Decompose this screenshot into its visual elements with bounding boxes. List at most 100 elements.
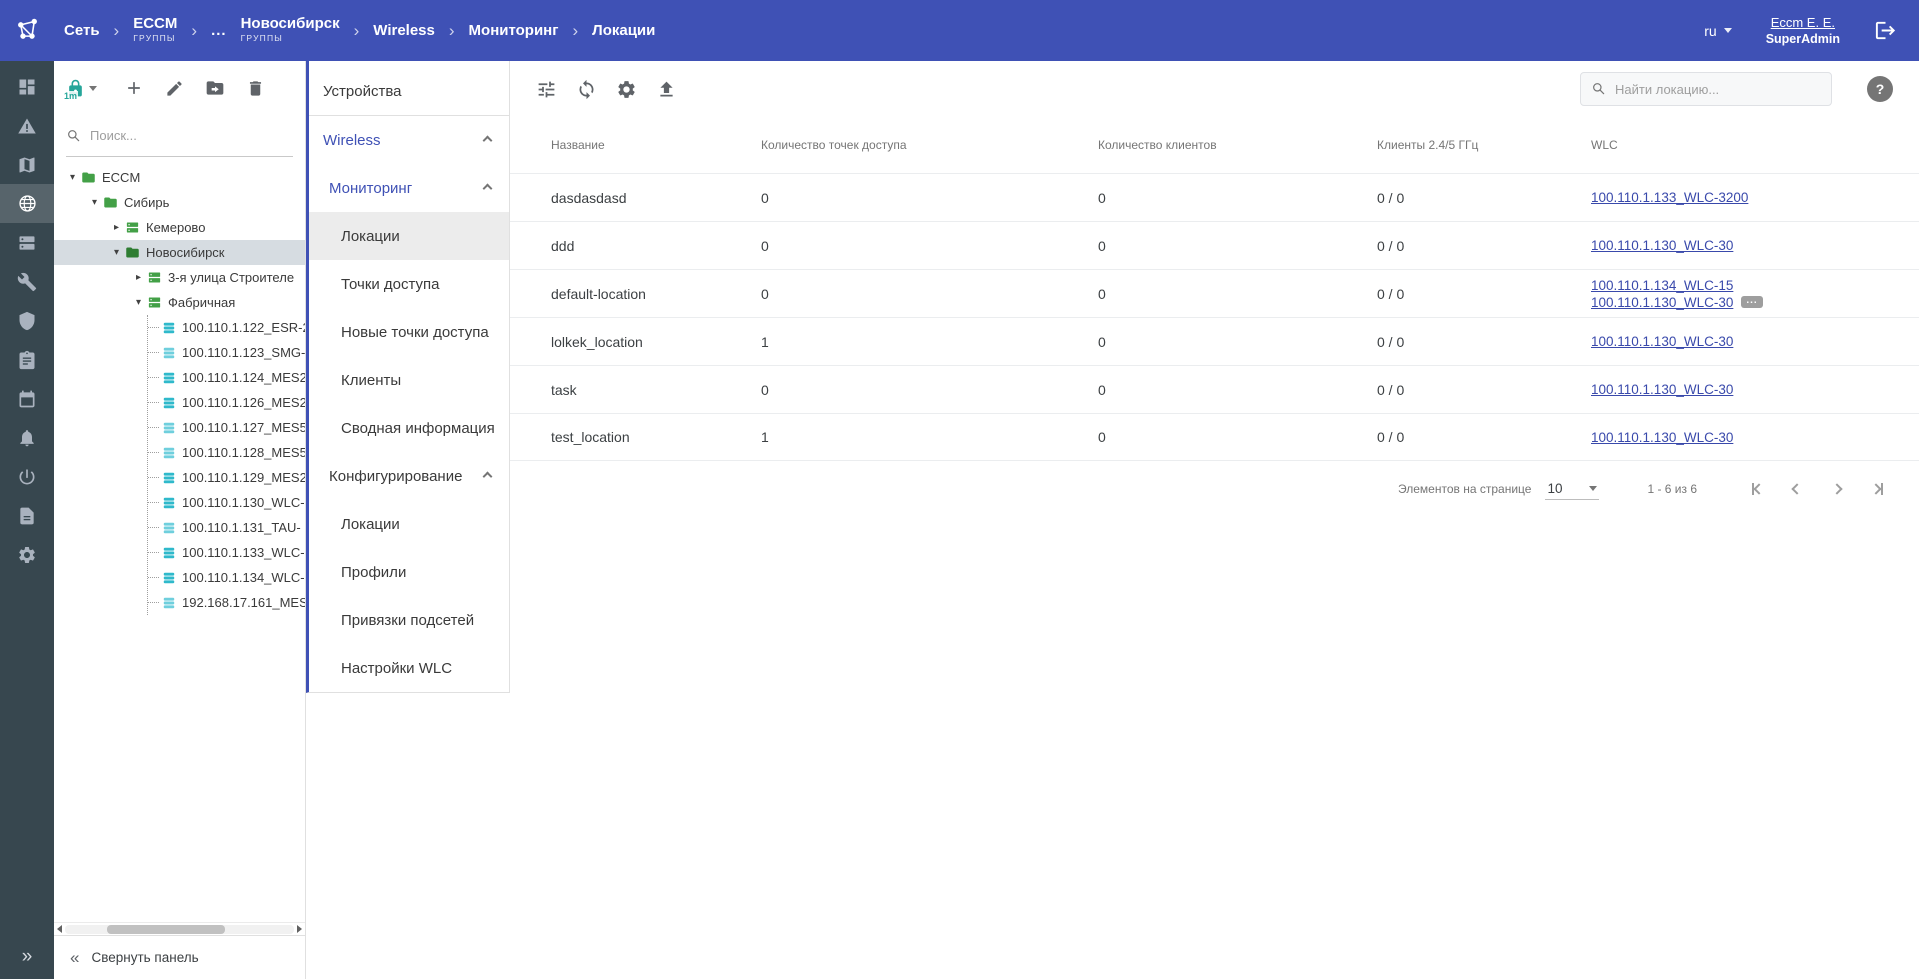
expand-arrow-icon[interactable] <box>108 247 125 258</box>
column-header-ap-count[interactable]: Количество точек доступа <box>761 138 1098 152</box>
table-row[interactable]: default-location 0 0 0 / 0 100.110.1.134… <box>510 269 1919 317</box>
table-row[interactable]: ddd 0 0 0 / 0 100.110.1.130_WLC-30 <box>510 221 1919 269</box>
first-page-button[interactable] <box>1737 473 1777 505</box>
tree-node-device[interactable]: 100.110.1.122_ESR-2 <box>148 315 305 340</box>
move-to-group-button[interactable] <box>205 78 225 98</box>
tree-node-kemerovo[interactable]: Кемерово <box>54 215 305 240</box>
sidebar-item-map[interactable] <box>0 145 54 184</box>
menu-item-access-points[interactable]: Точки доступа <box>309 260 509 308</box>
column-header-name[interactable]: Название <box>551 138 761 152</box>
menu-section-monitoring[interactable]: Мониторинг <box>309 164 509 212</box>
menu-item-wlc-settings[interactable]: Настройки WLC <box>309 644 509 692</box>
sidebar-item-alerts[interactable] <box>0 106 54 145</box>
tree-node-sibir[interactable]: Сибирь <box>54 190 305 215</box>
sidebar-item-dashboard[interactable] <box>0 67 54 106</box>
prev-page-button[interactable] <box>1777 473 1817 505</box>
column-header-wlc[interactable]: WLC <box>1591 138 1895 152</box>
menu-section-configuration[interactable]: Конфигурирование <box>309 452 509 500</box>
location-search[interactable] <box>1580 72 1832 106</box>
tree-node-eccm[interactable]: ECCM <box>54 165 305 190</box>
menu-item-devices[interactable]: Устройства <box>309 67 509 115</box>
menu-item-summary[interactable]: Сводная информация <box>309 404 509 452</box>
more-wlc-badge[interactable]: ... <box>1741 296 1762 308</box>
tree-node-device[interactable]: 100.110.1.130_WLC- <box>148 490 305 515</box>
wlc-link[interactable]: 100.110.1.133_WLC-3200 <box>1591 190 1748 205</box>
wlc-link[interactable]: 100.110.1.134_WLC-15 <box>1591 277 1733 294</box>
menu-item-profiles[interactable]: Профили <box>309 548 509 596</box>
table-row[interactable]: lolkek_location 1 0 0 / 0 100.110.1.130_… <box>510 317 1919 365</box>
sidebar-item-settings[interactable] <box>0 535 54 574</box>
column-header-band-clients[interactable]: Клиенты 2.4/5 ГГц <box>1377 138 1591 152</box>
wlc-link[interactable]: 100.110.1.130_WLC-30 <box>1591 382 1733 397</box>
sidebar-item-devices[interactable] <box>0 223 54 262</box>
expand-arrow-icon[interactable] <box>130 272 147 283</box>
lock-timer-button[interactable]: 1m <box>66 79 97 98</box>
tree-node-stroiteley[interactable]: 3-я улица Строителе <box>54 265 305 290</box>
expand-arrow-icon[interactable] <box>130 297 147 308</box>
delete-button[interactable] <box>246 79 265 98</box>
add-button[interactable] <box>124 78 144 98</box>
menu-item-subnet-bindings[interactable]: Привязки подсетей <box>309 596 509 644</box>
refresh-button[interactable] <box>576 79 597 100</box>
scrollbar-track[interactable] <box>65 925 294 934</box>
sidebar-item-logs[interactable] <box>0 496 54 535</box>
scroll-left-icon[interactable] <box>57 925 62 933</box>
logout-button[interactable] <box>1874 19 1897 42</box>
menu-item-new-access-points[interactable]: Новые точки доступа <box>309 308 509 356</box>
location-search-input[interactable] <box>1615 82 1805 97</box>
collapse-panel-icon[interactable]: « <box>70 948 79 968</box>
menu-item-config-locations[interactable]: Локации <box>309 500 509 548</box>
per-page-select[interactable]: 10 <box>1545 478 1599 500</box>
sidebar-item-notifications[interactable] <box>0 418 54 457</box>
tree-node-device[interactable]: 100.110.1.129_MES2 <box>148 465 305 490</box>
menu-item-monitoring-locations[interactable]: Локации <box>309 212 509 260</box>
table-row[interactable]: task 0 0 0 / 0 100.110.1.130_WLC-30 <box>510 365 1919 413</box>
next-page-button[interactable] <box>1817 473 1857 505</box>
last-page-button[interactable] <box>1857 473 1897 505</box>
sidebar-item-calendar[interactable] <box>0 379 54 418</box>
tree-node-device[interactable]: 100.110.1.133_WLC- <box>148 540 305 565</box>
tree-node-device[interactable]: 100.110.1.123_SMG- <box>148 340 305 365</box>
upload-button[interactable] <box>656 79 677 100</box>
column-header-client-count[interactable]: Количество клиентов <box>1098 138 1377 152</box>
wlc-link[interactable]: 100.110.1.130_WLC-30 <box>1591 294 1733 311</box>
scrollbar-thumb[interactable] <box>107 925 225 934</box>
tree-node-device[interactable]: 100.110.1.124_MES2 <box>148 365 305 390</box>
wlc-link[interactable]: 100.110.1.130_WLC-30 <box>1591 238 1733 253</box>
breadcrumb-city[interactable]: Новосибирск ГРУППЫ <box>241 17 340 45</box>
breadcrumb-eccm[interactable]: ECCM ГРУППЫ <box>133 17 177 45</box>
help-button[interactable]: ? <box>1867 76 1893 102</box>
wlc-link[interactable]: 100.110.1.130_WLC-30 <box>1591 334 1733 349</box>
tree-node-device[interactable]: 100.110.1.131_TAU- <box>148 515 305 540</box>
table-row[interactable]: test_location 1 0 0 / 0 100.110.1.130_WL… <box>510 413 1919 461</box>
tree-node-novosibirsk[interactable]: Новосибирск <box>54 240 305 265</box>
horizontal-scrollbar[interactable] <box>54 922 305 935</box>
wlc-link[interactable]: 100.110.1.130_WLC-30 <box>1591 430 1733 445</box>
tree-node-device[interactable]: 100.110.1.134_WLC- <box>148 565 305 590</box>
expand-arrow-icon[interactable] <box>108 222 125 233</box>
user-menu[interactable]: Eccm E. E. SuperAdmin <box>1766 15 1840 46</box>
sidebar-item-tasks[interactable] <box>0 340 54 379</box>
language-selector[interactable]: ru <box>1704 23 1731 39</box>
expand-arrow-icon[interactable] <box>64 172 81 183</box>
expand-rail-button[interactable]: » <box>0 935 54 979</box>
scroll-right-icon[interactable] <box>297 925 302 933</box>
collapse-panel-label[interactable]: Свернуть панель <box>91 950 198 965</box>
sidebar-item-network[interactable] <box>0 184 54 223</box>
breadcrumb-monitoring[interactable]: Мониторинг <box>469 22 559 39</box>
sidebar-item-security[interactable] <box>0 301 54 340</box>
app-logo-icon[interactable] <box>0 17 54 44</box>
filter-button[interactable] <box>536 79 557 100</box>
breadcrumb-network[interactable]: Сеть <box>64 22 100 39</box>
tree-node-device[interactable]: 100.110.1.127_MES5 <box>148 415 305 440</box>
breadcrumb-wireless[interactable]: Wireless <box>373 22 435 39</box>
edit-button[interactable] <box>165 79 184 98</box>
tree-search-input[interactable] <box>90 128 280 143</box>
menu-section-wireless[interactable]: Wireless <box>309 116 509 164</box>
tree-node-device[interactable]: 100.110.1.126_MES2 <box>148 390 305 415</box>
sidebar-item-power[interactable] <box>0 457 54 496</box>
table-row[interactable]: dasdasdasd 0 0 0 / 0 100.110.1.133_WLC-3… <box>510 173 1919 221</box>
tree-node-device[interactable]: 100.110.1.128_MES5 <box>148 440 305 465</box>
menu-item-clients[interactable]: Клиенты <box>309 356 509 404</box>
table-settings-button[interactable] <box>616 79 637 100</box>
